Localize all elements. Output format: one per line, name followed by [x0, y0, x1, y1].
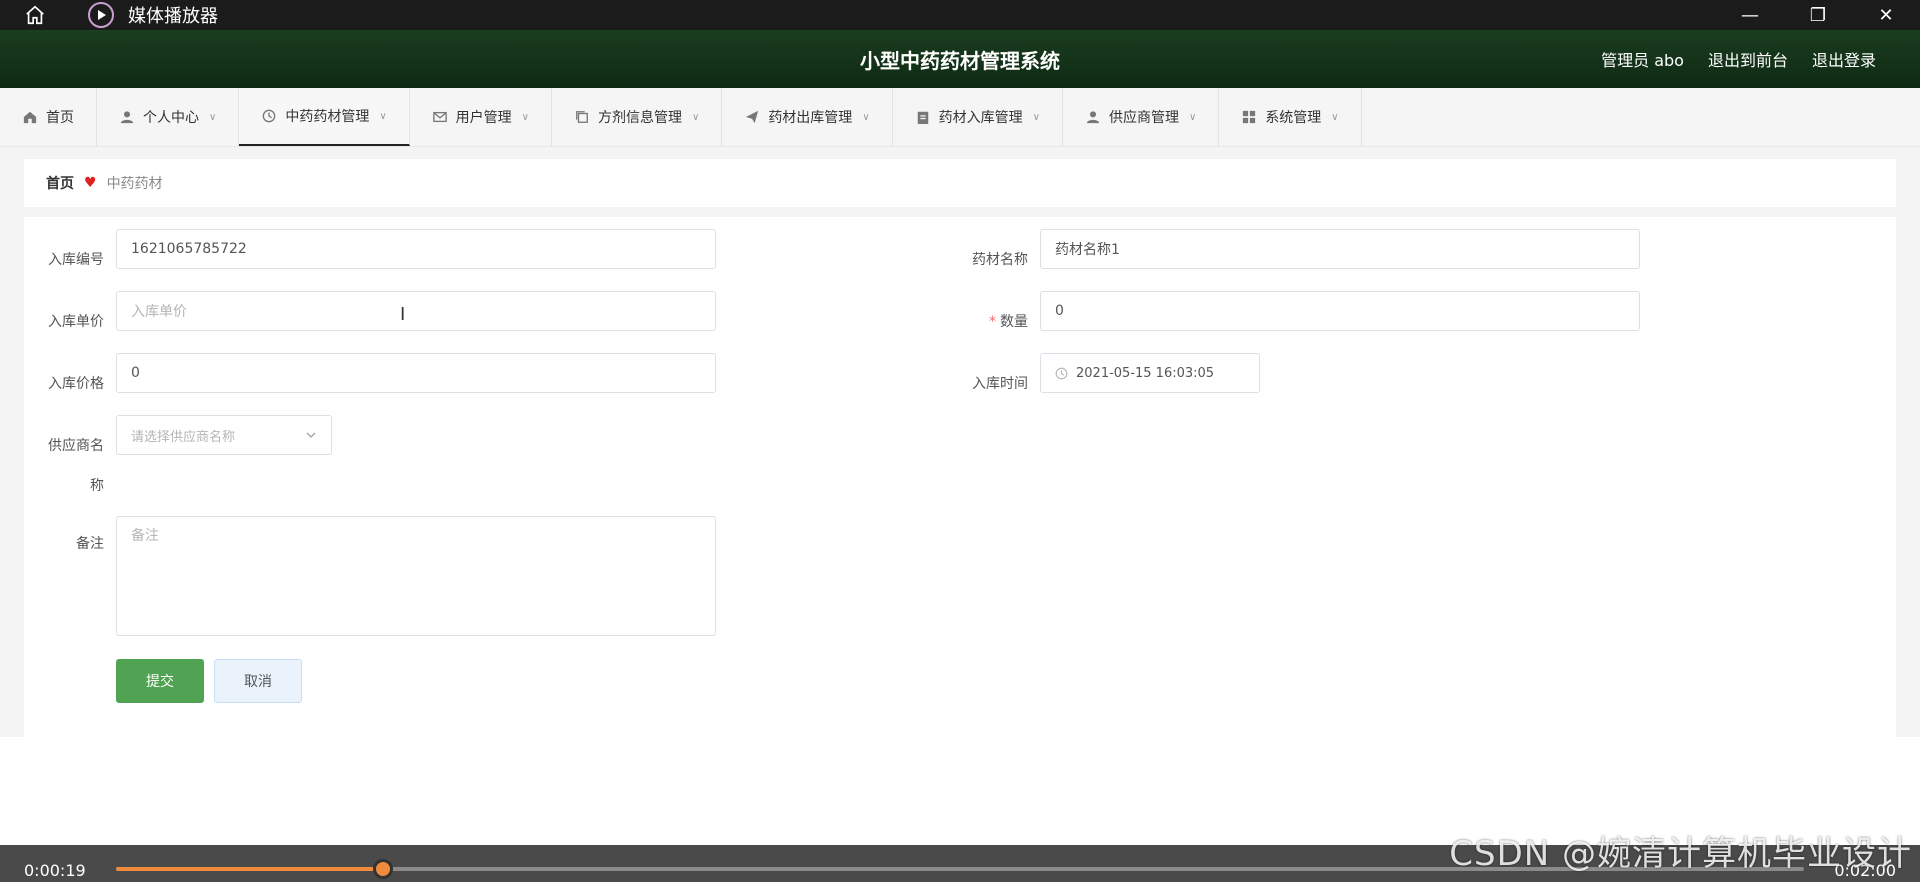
- nav-item-personal[interactable]: 个人中心 ∨: [97, 88, 240, 146]
- time-value: 2021-05-15 16:03:05: [1076, 365, 1215, 381]
- heart-icon: ♥: [84, 175, 97, 191]
- player-home-button[interactable]: [0, 0, 70, 30]
- window-controls: — ❐ ✕: [1716, 0, 1920, 30]
- player-title-bar: 媒体播放器 — ❐ ✕: [0, 0, 1920, 30]
- chevron-down-icon: [306, 432, 316, 439]
- stock-no-input[interactable]: 1621065785722: [116, 229, 716, 269]
- quantity-label: * 数量: [948, 311, 1028, 331]
- chevron-down-icon: ∨: [1188, 111, 1197, 123]
- quantity-input[interactable]: 0: [1040, 291, 1640, 331]
- nav-label: 个人中心: [143, 110, 199, 126]
- supplier-placeholder: 请选择供应商名称: [131, 429, 236, 445]
- nav-item-herb-outbound[interactable]: 药材出库管理 ∨: [722, 88, 893, 146]
- mail-icon: [432, 109, 448, 125]
- chevron-down-icon: ∨: [1331, 111, 1339, 123]
- admin-name: 管理员 abo: [1601, 51, 1684, 70]
- send-icon: [744, 109, 760, 125]
- submit-button[interactable]: 提交: [116, 659, 204, 703]
- app-header: 小型中药药材管理系统 管理员 abo 退出到前台 退出登录: [0, 30, 1920, 88]
- cancel-button[interactable]: 取消: [214, 659, 302, 703]
- time-current: 0:00:19: [24, 861, 86, 880]
- media-player-icon: [88, 2, 114, 28]
- price-label: 入库价格: [48, 376, 104, 392]
- chevron-down-icon: ∨: [1032, 111, 1040, 123]
- price-input[interactable]: 0: [116, 353, 716, 393]
- nav-item-system[interactable]: 系统管理 ∨: [1219, 88, 1362, 146]
- user-links: 管理员 abo 退出到前台 退出登录: [1601, 30, 1876, 88]
- time-label: 入库时间: [972, 376, 1028, 392]
- player-title: 媒体播放器: [128, 6, 218, 27]
- content-area: 首页 ♥ 中药药材 入库编号 1621065785722 药材名称 药材名称1 …: [0, 147, 1920, 737]
- supplier-label-line1: 供应商名: [48, 438, 104, 454]
- nav-item-herb-management[interactable]: 中药药材管理 ∨: [239, 88, 410, 146]
- nav-label: 用户管理: [455, 110, 512, 126]
- unit-price-input[interactable]: 入库单价: [116, 291, 716, 331]
- clock-icon: [1055, 367, 1068, 379]
- herb-name-label: 药材名称: [972, 252, 1028, 268]
- chevron-down-icon: ∨: [521, 111, 529, 123]
- chevron-down-icon: ∨: [209, 111, 217, 123]
- to-front-link[interactable]: 退出到前台: [1708, 47, 1788, 71]
- breadcrumb-home[interactable]: 首页: [46, 173, 74, 193]
- text-cursor-icon: I: [400, 304, 406, 325]
- time-picker[interactable]: 2021-05-15 16:03:05: [1040, 353, 1260, 393]
- stock-no-label: 入库编号: [48, 252, 104, 268]
- chevron-down-icon: ∨: [862, 111, 870, 123]
- nav-label: 首页: [46, 110, 74, 126]
- nav-label: 方剂信息管理: [597, 110, 682, 126]
- main-nav: 首页 个人中心 ∨ 中药药材管理 ∨ 用户管理 ∨ 方剂信息管理 ∨ 药材出库管…: [0, 88, 1920, 147]
- user-icon: [1085, 109, 1101, 125]
- logout-link[interactable]: 退出登录: [1812, 47, 1876, 71]
- nav-label: 中药药材管理: [285, 109, 370, 125]
- breadcrumb-current: 中药药材: [106, 176, 163, 192]
- seek-handle[interactable]: [372, 859, 393, 879]
- home-icon: [22, 109, 38, 125]
- supplier-select[interactable]: 请选择供应商名称: [116, 415, 332, 455]
- required-mark: *: [989, 314, 996, 330]
- copy-icon: [574, 109, 590, 125]
- nav-label: 药材入库管理: [938, 110, 1023, 126]
- close-button[interactable]: ✕: [1852, 0, 1920, 30]
- chevron-down-icon: ∨: [691, 111, 700, 123]
- seek-progress: [116, 867, 383, 871]
- nav-item-prescription[interactable]: 方剂信息管理 ∨: [552, 88, 723, 146]
- watermark: CSDN @婉清计算机毕业设计: [1449, 834, 1912, 874]
- unit-price-label: 入库单价: [48, 314, 104, 330]
- herb-name-input[interactable]: 药材名称1: [1040, 229, 1640, 269]
- nav-item-home[interactable]: 首页: [0, 88, 97, 146]
- chevron-down-icon: ∨: [379, 110, 387, 122]
- breadcrumb: 首页 ♥ 中药药材: [24, 159, 1896, 207]
- supplier-label-line2: 称: [90, 478, 104, 494]
- grid-icon: [1241, 109, 1257, 125]
- remark-label: 备注: [76, 536, 104, 552]
- clock-icon: [261, 108, 277, 124]
- herb-inbound-form: 入库编号 1621065785722 药材名称 药材名称1 入库单价 入库单价 …: [24, 217, 1896, 737]
- remark-textarea[interactable]: 备注: [116, 516, 716, 636]
- nav-label: 供应商管理: [1108, 110, 1179, 126]
- quantity-label-text: 数量: [1000, 314, 1028, 330]
- nav-item-user-management[interactable]: 用户管理 ∨: [410, 88, 552, 146]
- nav-label: 系统管理: [1265, 110, 1322, 126]
- nav-label: 药材出库管理: [768, 110, 853, 126]
- home-icon: [26, 5, 44, 25]
- clipboard-icon: [915, 109, 931, 125]
- minimize-button[interactable]: —: [1716, 0, 1784, 30]
- restore-button[interactable]: ❐: [1784, 0, 1852, 30]
- nav-item-herb-inbound[interactable]: 药材入库管理 ∨: [893, 88, 1063, 146]
- user-icon: [119, 109, 135, 125]
- nav-item-supplier[interactable]: 供应商管理 ∨: [1063, 88, 1220, 146]
